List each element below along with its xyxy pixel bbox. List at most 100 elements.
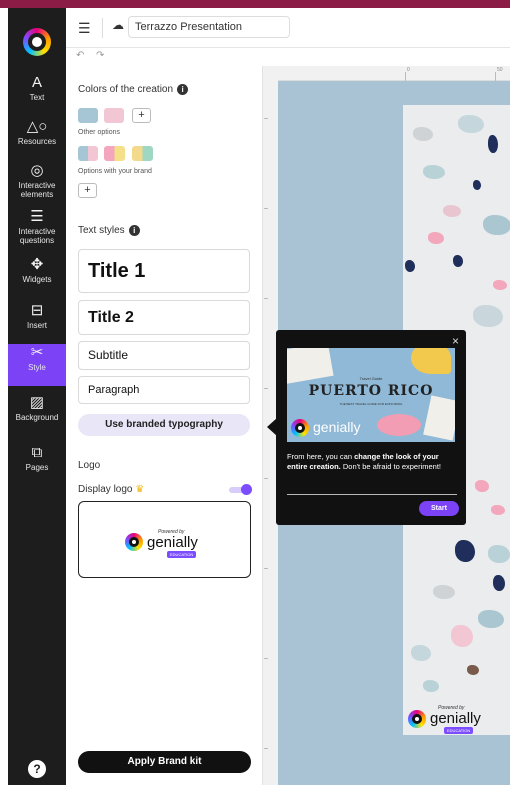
horizontal-ruler: 0 50: [278, 66, 510, 81]
style-panel: Colors of the creation i + Other options …: [66, 66, 262, 785]
add-color-button[interactable]: +: [132, 108, 151, 123]
checklist-icon: ☰: [30, 208, 44, 225]
subtitle-style[interactable]: Subtitle: [78, 341, 250, 370]
preview-heading: PUERTO RICO: [308, 383, 434, 399]
genially-logo-icon: [291, 419, 309, 437]
ruler-label: 0: [407, 67, 410, 73]
sidebar-item-text[interactable]: A Text: [8, 74, 66, 116]
color-swatch[interactable]: [78, 108, 98, 123]
terrazzo-chip: [458, 115, 484, 133]
info-icon[interactable]: i: [177, 84, 189, 95]
ruler-tick: [264, 208, 268, 209]
leaf-shape: [411, 348, 451, 374]
terrazzo-chip: [467, 665, 479, 675]
style-icon: ✂: [30, 344, 44, 361]
undo-redo-bar: ↶ ↷: [66, 48, 266, 66]
color-swatch[interactable]: [104, 108, 124, 123]
help-button[interactable]: ?: [28, 760, 46, 778]
insert-icon: ⊟: [30, 302, 44, 319]
sidebar-item-resources[interactable]: △○ Resources: [8, 118, 66, 160]
start-button[interactable]: Start: [419, 501, 459, 516]
sidebar-item-label: Background: [15, 413, 59, 422]
sidebar-item-interactive-elements[interactable]: ◎ Interactive elements: [8, 162, 66, 204]
palette-option[interactable]: [132, 146, 153, 161]
sidebar-item-label: Pages: [25, 463, 49, 472]
creation-title-input[interactable]: [128, 16, 290, 38]
title-2-style[interactable]: Title 2: [78, 300, 250, 335]
use-branded-typography-button[interactable]: Use branded typography: [78, 414, 250, 436]
ruler-tick: [264, 298, 268, 299]
info-icon[interactable]: i: [128, 225, 140, 236]
shapes-icon: △○: [26, 118, 48, 135]
colors-section-title: Colors of the creation i: [78, 84, 189, 95]
terrazzo-chip: [473, 180, 481, 190]
ruler-tick: [264, 388, 268, 389]
palette-option[interactable]: [104, 146, 125, 161]
terrazzo-chip: [475, 480, 489, 492]
display-logo-label: Display logo ♛: [78, 484, 145, 495]
terrazzo-chip: [405, 260, 415, 272]
genially-logo-icon: [125, 533, 143, 551]
close-icon[interactable]: ×: [452, 334, 459, 348]
terrazzo-chip: [473, 305, 503, 327]
education-badge: EDUCATION: [444, 727, 474, 734]
ruler-tick: [264, 118, 268, 119]
sidebar-item-interactive-questions[interactable]: ☰ Interactive questions: [8, 208, 66, 250]
cloud-save-icon[interactable]: ☁: [112, 18, 124, 32]
genially-logo-icon: [408, 710, 426, 728]
add-brand-color-button[interactable]: +: [78, 183, 97, 198]
ruler-tick: [264, 658, 268, 659]
toggle-knob: [241, 484, 252, 495]
terrazzo-chip: [491, 505, 505, 515]
terrazzo-chip: [423, 165, 445, 179]
terrazzo-chip: [493, 575, 505, 591]
divider: [102, 18, 103, 38]
logo-preview-box[interactable]: Powered by genially EDUCATION: [78, 501, 251, 578]
sidebar-rail: A Text △○ Resources ◎ Interactive elemen…: [8, 8, 66, 785]
sidebar-item-background[interactable]: ▨ Background: [8, 394, 66, 436]
sidebar-item-pages[interactable]: ⧉ Pages: [8, 444, 66, 486]
terrazzo-chip: [428, 232, 444, 244]
apply-brand-kit-button[interactable]: Apply Brand kit: [78, 751, 251, 773]
title-1-style[interactable]: Title 1: [78, 249, 250, 293]
sidebar-item-widgets[interactable]: ✥ Widgets: [8, 256, 66, 298]
ruler-label: 50: [497, 67, 503, 73]
terrazzo-chip: [443, 205, 461, 217]
tooltip-divider: [287, 494, 457, 495]
terrazzo-chip: [451, 625, 473, 647]
touch-icon: ◎: [30, 162, 44, 179]
onboarding-tooltip: × Travel Guide PUERTO RICO THE BEST TRAV…: [276, 330, 466, 525]
education-badge: EDUCATION: [167, 551, 197, 558]
genially-wordmark: genially: [313, 419, 361, 435]
sidebar-item-style[interactable]: ✂ Style: [8, 344, 66, 386]
hamburger-menu-icon[interactable]: ☰: [78, 20, 91, 37]
sidebar-item-label: Widgets: [22, 275, 52, 284]
pattern-icon: ▨: [29, 394, 45, 411]
puzzle-icon: ✥: [30, 256, 44, 273]
terrazzo-chip: [453, 255, 463, 267]
sidebar-item-label: Interactive elements: [18, 181, 56, 199]
terrazzo-chip: [433, 585, 455, 599]
terrazzo-chip: [488, 135, 498, 153]
sidebar-item-label: Resources: [17, 137, 57, 146]
redo-icon[interactable]: ↷: [96, 50, 104, 61]
undo-icon[interactable]: ↶: [76, 50, 84, 61]
genially-logo-icon[interactable]: [23, 28, 51, 56]
pages-icon: ⧉: [31, 444, 43, 461]
ruler-tick: [405, 72, 406, 81]
sidebar-item-insert[interactable]: ⊟ Insert: [8, 302, 66, 344]
ruler-tick: [264, 748, 268, 749]
sidebar-item-label: Insert: [26, 321, 47, 330]
display-logo-toggle[interactable]: [229, 484, 252, 495]
top-bar: ☰ ☁: [66, 8, 510, 48]
terrazzo-chip: [455, 540, 475, 562]
brand-options-label: Options with your brand: [78, 168, 152, 175]
crown-icon: ♛: [135, 484, 145, 495]
palette-option[interactable]: [78, 146, 98, 161]
paragraph-style[interactable]: Paragraph: [78, 376, 250, 404]
ruler-tick: [264, 568, 268, 569]
terrazzo-chip: [411, 645, 431, 661]
logo-section-title: Logo: [78, 460, 101, 471]
terrazzo-chip: [478, 610, 504, 628]
preview-small-heading: Travel Guide: [359, 376, 383, 381]
